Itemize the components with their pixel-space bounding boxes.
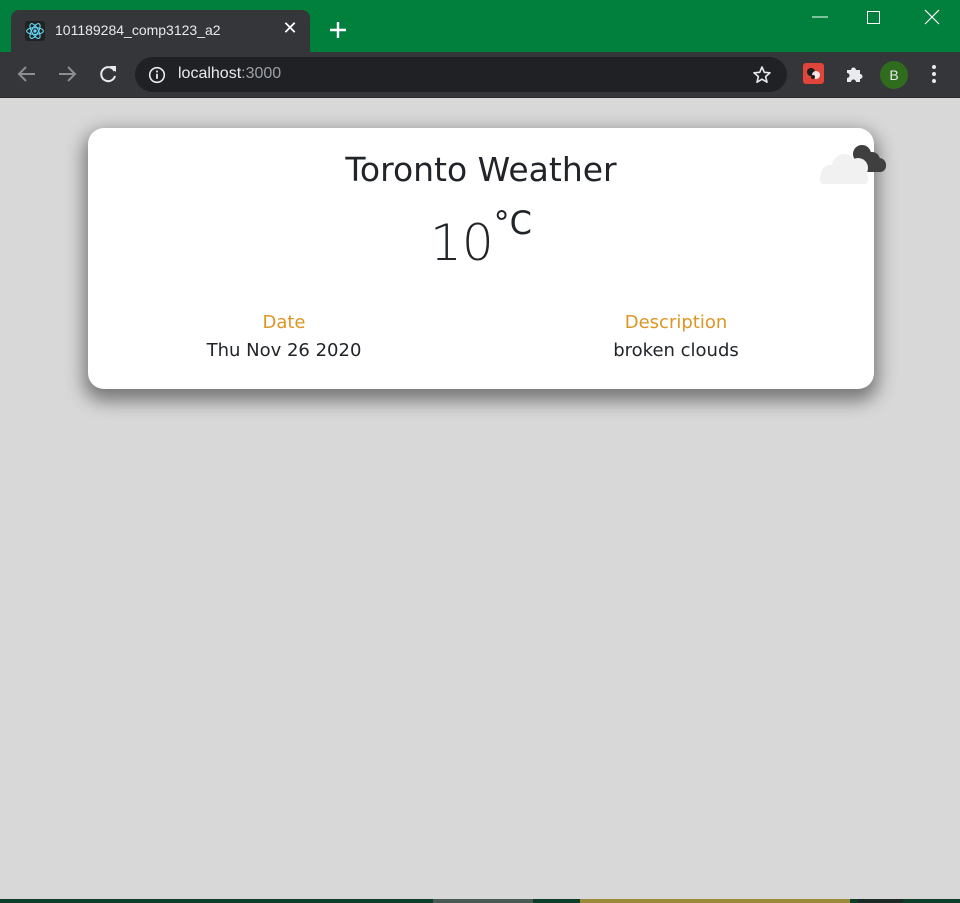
- extensions-puzzle-icon[interactable]: [843, 63, 865, 85]
- temperature-value: 10: [430, 214, 494, 272]
- taskbar-edge: [0, 899, 960, 903]
- date-section: Date Thu Nov 26 2020: [88, 312, 480, 361]
- taskbar-segment: [580, 899, 850, 903]
- site-info-icon[interactable]: [148, 66, 166, 84]
- url-port: :3000: [241, 65, 282, 82]
- browser-tab[interactable]: 101189284_comp3123_a2 ✕: [11, 10, 310, 52]
- description-label: Description: [624, 312, 728, 333]
- weather-title: Toronto Weather: [345, 150, 617, 189]
- weather-card: Toronto Weather 10°C Date Thu Nov 26 202…: [88, 128, 886, 389]
- taskbar-segment: [433, 899, 533, 903]
- reload-icon[interactable]: [97, 63, 119, 85]
- broken-clouds-icon: [820, 145, 886, 184]
- taskbar-segment: [858, 899, 903, 903]
- address-bar[interactable]: localhost:3000: [135, 57, 787, 92]
- back-icon[interactable]: [16, 63, 38, 85]
- bookmark-star-icon[interactable]: [752, 65, 772, 85]
- date-value: Thu Nov 26 2020: [206, 340, 362, 361]
- window-close-icon[interactable]: [922, 6, 942, 28]
- url-host: localhost: [178, 65, 242, 82]
- extension-icon[interactable]: [803, 63, 824, 84]
- description-section: Description broken clouds: [480, 312, 872, 361]
- url-text[interactable]: localhost:3000: [178, 65, 281, 83]
- react-icon: [25, 21, 45, 41]
- profile-avatar[interactable]: B: [880, 61, 908, 89]
- forward-icon[interactable]: [56, 63, 78, 85]
- maximize-icon[interactable]: [864, 6, 884, 28]
- date-label: Date: [262, 312, 306, 333]
- close-tab-icon[interactable]: ✕: [282, 20, 298, 38]
- minimize-icon[interactable]: [810, 4, 830, 30]
- temperature-unit: °C: [493, 204, 532, 242]
- new-tab-icon[interactable]: [327, 19, 349, 41]
- browser-titlebar: 101189284_comp3123_a2 ✕: [0, 0, 960, 52]
- kebab-menu-icon[interactable]: [927, 63, 941, 85]
- description-value: broken clouds: [613, 340, 739, 361]
- tab-title: 101189284_comp3123_a2: [55, 22, 221, 38]
- temperature-display: 10°C: [88, 204, 874, 272]
